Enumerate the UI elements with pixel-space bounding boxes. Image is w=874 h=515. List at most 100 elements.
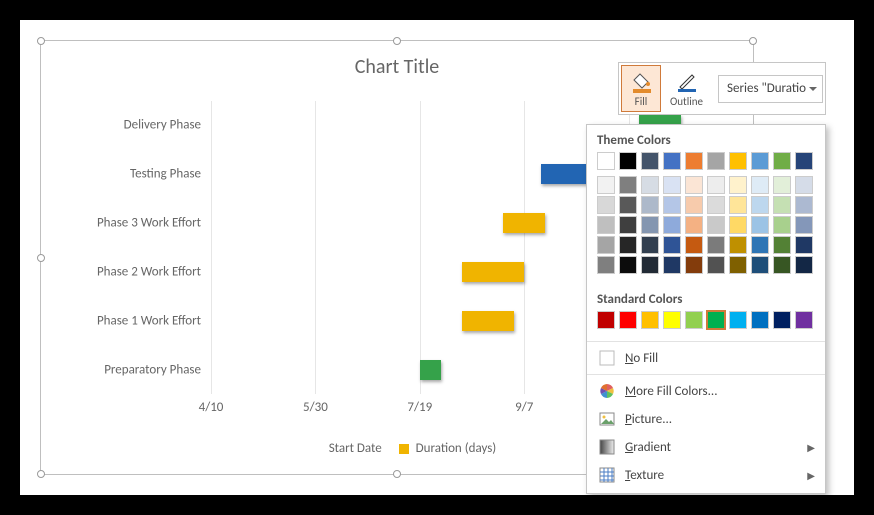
resize-handle[interactable] [749,37,757,45]
no-fill-item[interactable]: No Fill [587,344,825,372]
color-swatch[interactable] [707,256,725,274]
color-swatch[interactable] [773,216,791,234]
color-swatch[interactable] [751,196,769,214]
data-bar[interactable] [503,213,545,233]
color-swatch[interactable] [707,311,725,329]
color-swatch[interactable] [663,236,681,254]
x-axis-tick: 5/30 [303,400,328,415]
color-swatch[interactable] [619,176,637,194]
color-swatch[interactable] [597,236,615,254]
series-selector-value: Series "Duratio [727,81,806,96]
color-swatch[interactable] [707,196,725,214]
color-swatch[interactable] [751,256,769,274]
data-bar[interactable] [462,311,514,331]
color-swatch[interactable] [597,152,615,170]
color-swatch[interactable] [641,152,659,170]
x-axis-tick: 4/10 [199,400,224,415]
color-swatch[interactable] [619,216,637,234]
color-swatch[interactable] [663,256,681,274]
color-swatch[interactable] [707,216,725,234]
color-swatch[interactable] [729,311,747,329]
color-swatch[interactable] [685,256,703,274]
y-axis-label: Delivery Phase [51,118,201,133]
color-swatch[interactable] [663,196,681,214]
color-swatch[interactable] [685,152,703,170]
color-swatch[interactable] [685,311,703,329]
color-swatch[interactable] [619,236,637,254]
series-selector[interactable]: Series "Duratio [718,75,823,103]
color-swatch[interactable] [685,196,703,214]
submenu-arrow-icon: ▶ [807,441,815,454]
color-swatch[interactable] [641,176,659,194]
color-swatch[interactable] [751,216,769,234]
color-swatch[interactable] [707,176,725,194]
data-bar[interactable] [420,360,441,380]
color-swatch[interactable] [795,311,813,329]
color-swatch[interactable] [663,311,681,329]
x-axis-tick: 9/7 [515,400,533,415]
legend-label: Duration (days) [416,441,497,456]
color-swatch[interactable] [619,196,637,214]
color-swatch[interactable] [729,176,747,194]
color-swatch[interactable] [773,196,791,214]
color-swatch[interactable] [707,236,725,254]
color-swatch[interactable] [729,216,747,234]
color-swatch[interactable] [773,176,791,194]
color-swatch[interactable] [751,311,769,329]
color-swatch[interactable] [795,216,813,234]
resize-handle[interactable] [37,37,45,45]
color-swatch[interactable] [773,311,791,329]
more-fill-colors-item[interactable]: More Fill Colors... [587,377,825,405]
outline-button[interactable]: Outline [661,65,712,112]
color-swatch[interactable] [795,256,813,274]
color-swatch[interactable] [641,196,659,214]
resize-handle[interactable] [393,37,401,45]
color-swatch[interactable] [751,152,769,170]
picture-item[interactable]: Picture... [587,405,825,433]
color-swatch[interactable] [795,196,813,214]
no-fill-icon [597,349,617,367]
color-swatch[interactable] [619,256,637,274]
color-swatch[interactable] [663,152,681,170]
color-swatch[interactable] [619,152,637,170]
divider [587,374,825,375]
resize-handle[interactable] [37,470,45,478]
color-swatch[interactable] [641,236,659,254]
color-swatch[interactable] [729,256,747,274]
color-swatch[interactable] [795,152,813,170]
color-swatch[interactable] [641,311,659,329]
resize-handle[interactable] [37,254,45,262]
color-swatch[interactable] [597,311,615,329]
color-swatch[interactable] [619,311,637,329]
color-swatch[interactable] [685,216,703,234]
color-swatch[interactable] [751,236,769,254]
fill-button[interactable]: Fill [621,65,661,112]
color-swatch[interactable] [663,216,681,234]
legend-swatch [399,444,409,454]
color-swatch[interactable] [729,236,747,254]
color-swatch[interactable] [773,152,791,170]
gradient-item[interactable]: Gradient ▶ [587,433,825,461]
color-swatch[interactable] [597,196,615,214]
color-swatch[interactable] [729,152,747,170]
color-swatch[interactable] [597,216,615,234]
color-swatch[interactable] [795,176,813,194]
color-swatch[interactable] [641,216,659,234]
color-swatch[interactable] [773,256,791,274]
standard-colors-title: Standard Colors [587,284,825,311]
color-swatch[interactable] [795,236,813,254]
resize-handle[interactable] [393,470,401,478]
color-swatch[interactable] [685,176,703,194]
color-swatch[interactable] [729,196,747,214]
data-bar[interactable] [462,262,525,282]
color-swatch[interactable] [597,256,615,274]
color-swatch[interactable] [751,176,769,194]
y-axis-label: Phase 1 Work Effort [51,313,201,328]
color-swatch[interactable] [707,152,725,170]
color-swatch[interactable] [663,176,681,194]
color-swatch[interactable] [773,236,791,254]
texture-item[interactable]: Texture ▶ [587,461,825,489]
color-swatch[interactable] [641,256,659,274]
color-swatch[interactable] [685,236,703,254]
color-swatch[interactable] [597,176,615,194]
